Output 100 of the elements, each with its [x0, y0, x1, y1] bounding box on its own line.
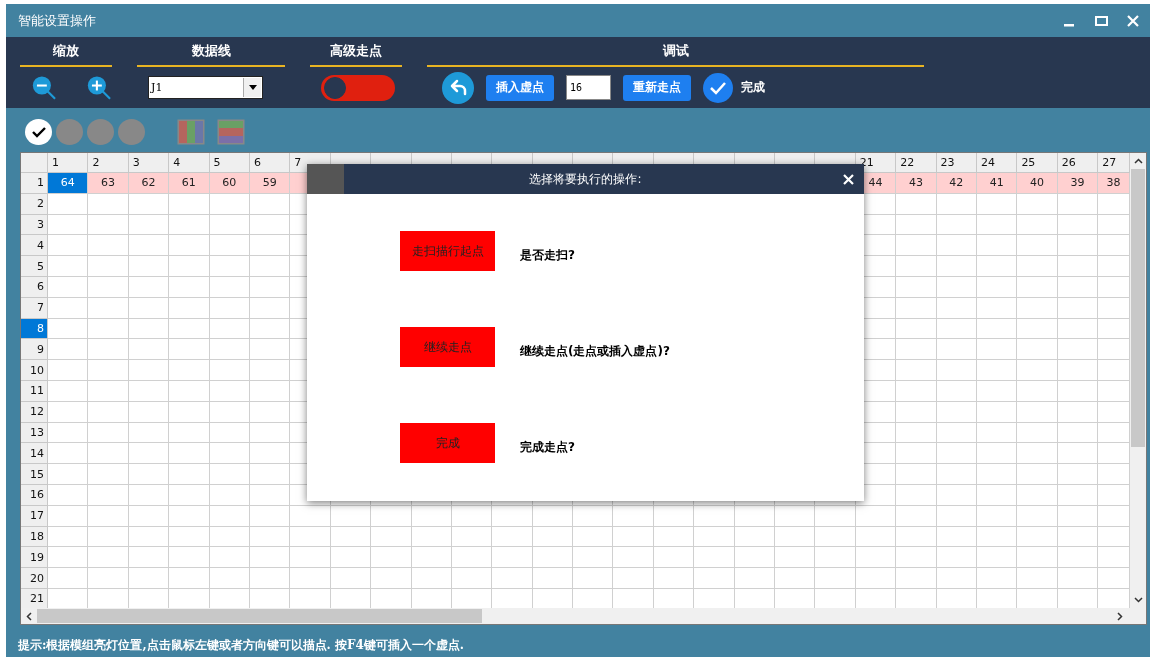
table-cell — [896, 380, 937, 402]
scroll-thumb[interactable] — [1131, 169, 1145, 447]
insert-virtual-point-button[interactable]: 插入虚点 — [486, 74, 554, 101]
row-header[interactable]: 2 — [21, 193, 48, 215]
table-cell — [128, 339, 170, 361]
table-cell — [48, 297, 89, 319]
table-cell — [88, 547, 129, 569]
option-button[interactable]: 走扫描行起点 — [400, 231, 495, 271]
row-header[interactable]: 5 — [21, 256, 48, 277]
table-cell — [209, 568, 250, 589]
done-button[interactable]: 完成 — [703, 72, 765, 103]
section-title: 高级走点 — [310, 37, 402, 67]
table-cell — [936, 235, 977, 257]
row-header[interactable]: 18 — [21, 526, 48, 548]
table-cell — [88, 401, 129, 423]
table-cell — [896, 443, 937, 465]
table-cell — [896, 484, 937, 506]
table-cell — [1017, 568, 1058, 589]
table-cell — [209, 464, 250, 485]
table-cell — [169, 360, 210, 381]
row-header[interactable]: 3 — [21, 214, 48, 236]
redo-points-button[interactable]: 重新走点 — [623, 74, 691, 101]
row-header[interactable]: 12 — [21, 401, 48, 423]
row-header[interactable]: 11 — [21, 380, 48, 402]
table-cell — [169, 297, 210, 319]
column-header: 26 — [1057, 153, 1099, 173]
table-cell — [48, 464, 89, 485]
table-cell — [936, 547, 977, 569]
row-header[interactable]: 10 — [21, 360, 48, 381]
option-button[interactable]: 完成 — [400, 423, 495, 463]
table-cell — [896, 214, 937, 236]
table-cell — [371, 526, 412, 548]
table-cell — [169, 256, 210, 277]
table-cell — [48, 526, 89, 548]
table-cell — [1098, 547, 1130, 569]
table-cell — [88, 484, 129, 506]
table-cell: 59 — [249, 173, 291, 194]
table-cell — [88, 443, 129, 465]
table-cell — [1057, 443, 1099, 465]
row-header[interactable]: 8 — [21, 318, 48, 340]
status-hint: 提示:根据模组亮灯位置,点击鼠标左键或者方向键可以描点. 按F4键可插入一个虚点. — [18, 636, 464, 654]
row-header[interactable]: 14 — [21, 443, 48, 465]
column-header: 25 — [1017, 153, 1058, 173]
table-cell — [1098, 401, 1130, 423]
table-cell — [411, 547, 452, 569]
table-cell — [169, 568, 210, 589]
table-cell — [290, 505, 331, 527]
row-header[interactable]: 13 — [21, 422, 48, 444]
scroll-thumb[interactable] — [37, 609, 482, 623]
column-header: 27 — [1098, 153, 1130, 173]
row-header[interactable]: 20 — [21, 568, 48, 589]
table-cell — [1017, 484, 1058, 506]
table-cell — [977, 547, 1018, 569]
table-cell: 40 — [1017, 173, 1058, 194]
table-cell — [88, 318, 129, 340]
data-line-dropdown[interactable]: J1 — [148, 76, 263, 99]
table-cell — [936, 360, 977, 381]
row-header[interactable]: 15 — [21, 464, 48, 485]
table-cell: 64 — [48, 173, 89, 194]
row-header[interactable]: 6 — [21, 277, 48, 298]
row-header[interactable]: 16 — [21, 484, 48, 506]
table-cell — [128, 235, 170, 257]
table-cell — [613, 547, 654, 569]
table-cell — [290, 547, 331, 569]
table-cell — [1057, 235, 1099, 257]
table-cell — [169, 526, 210, 548]
row-header[interactable]: 19 — [21, 547, 48, 569]
vertical-scrollbar[interactable] — [1130, 153, 1146, 608]
check-icon — [31, 126, 46, 138]
option-button[interactable]: 继续走点 — [400, 327, 495, 367]
toggle-switch[interactable] — [321, 74, 395, 101]
horizontal-scrollbar[interactable] — [21, 608, 1146, 624]
table-cell — [451, 547, 493, 569]
table-cell — [1098, 297, 1130, 319]
scroll-left-icon[interactable] — [26, 611, 32, 621]
row-header[interactable]: 9 — [21, 339, 48, 361]
row-header[interactable]: 7 — [21, 297, 48, 319]
number-field[interactable]: 16 — [566, 75, 611, 100]
table-cell — [451, 568, 493, 589]
scroll-up-icon[interactable] — [1133, 158, 1143, 164]
table-cell — [815, 526, 856, 548]
row-header[interactable]: 4 — [21, 235, 48, 257]
table-cell — [492, 526, 533, 548]
row-header[interactable]: 1 — [21, 173, 48, 194]
row-header[interactable]: 17 — [21, 505, 48, 527]
table-cell — [411, 568, 452, 589]
scroll-right-icon[interactable] — [1117, 611, 1123, 621]
scroll-down-icon[interactable] — [1133, 597, 1143, 603]
maximize-icon[interactable] — [1094, 15, 1108, 26]
table-cell — [169, 401, 210, 423]
table-cell — [977, 464, 1018, 485]
table-cell — [532, 568, 574, 589]
table-cell — [169, 318, 210, 340]
close-icon[interactable] — [843, 173, 854, 185]
mode-button[interactable] — [25, 119, 52, 145]
table-cell: 41 — [977, 173, 1018, 194]
undo-icon[interactable] — [442, 71, 474, 104]
table-cell — [209, 235, 250, 257]
table-cell — [128, 568, 170, 589]
table-cell — [88, 277, 129, 298]
